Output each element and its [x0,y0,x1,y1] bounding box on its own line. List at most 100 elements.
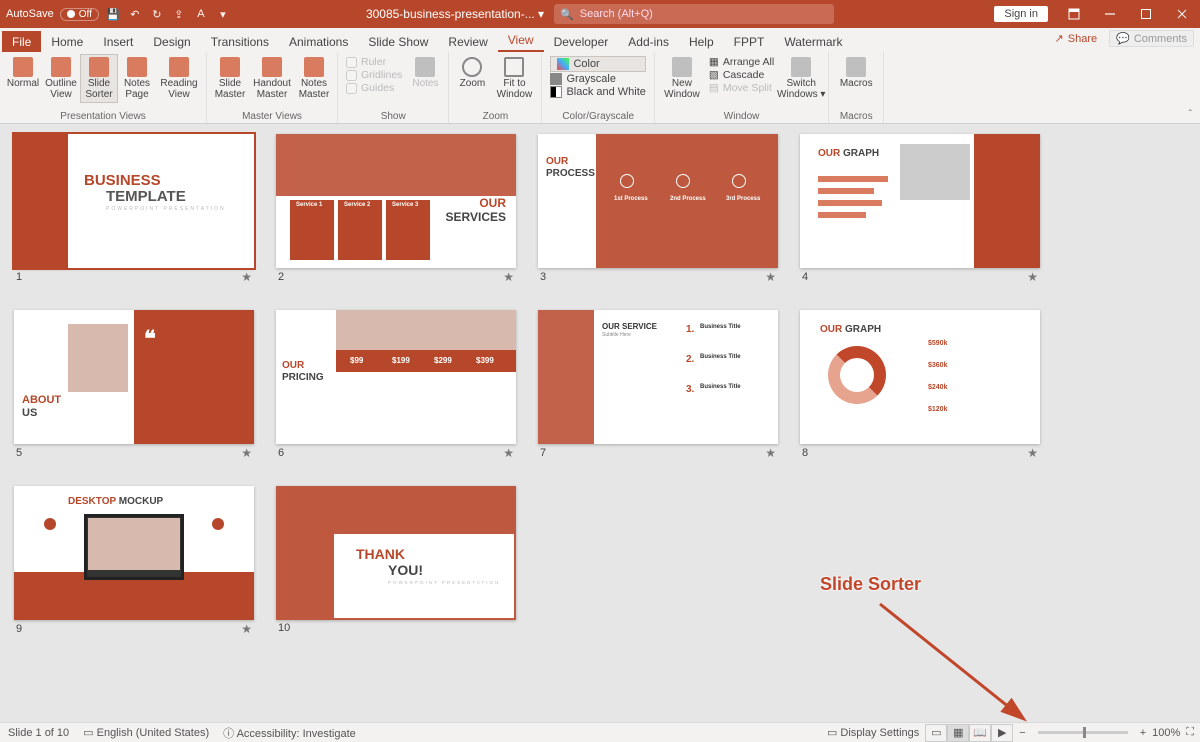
s6-p2: $199 [392,356,410,365]
tab-slide-show[interactable]: Slide Show [358,31,438,52]
group-master-views: Slide Master Handout Master Notes Master… [207,52,338,123]
black-white-button[interactable]: Black and White [550,86,645,98]
tab-watermark[interactable]: Watermark [774,31,852,52]
tab-developer[interactable]: Developer [544,31,619,52]
status-language[interactable]: ▭ English (United States) [83,726,209,739]
fit-to-window-button[interactable]: Fit to Window [491,54,537,103]
tab-review[interactable]: Review [438,31,497,52]
arrange-all-button[interactable]: ▦ Arrange All [709,56,774,68]
slide-thumb-10[interactable]: THANK YOU! POWERPOINT PRESENTATION 10 [276,486,516,640]
autosave-toggle[interactable]: Off [60,8,99,21]
slide-thumb-8[interactable]: OUR GRAPH $590k $360k $240k $120k 8★ [800,310,1040,464]
zoom-button[interactable]: Zoom [453,54,491,93]
group-presentation-views: Normal Outline View Slide Sorter Notes P… [0,52,207,123]
slide-master-button[interactable]: Slide Master [211,54,249,103]
notes-button[interactable]: Notes [406,54,444,93]
tab-add-ins[interactable]: Add-ins [618,31,679,52]
s8-v4: $120k [928,406,947,413]
undo-icon[interactable]: ↶ [127,6,143,22]
macros-button[interactable]: Macros [833,54,879,93]
font-icon[interactable]: A [193,6,209,22]
slideshow-view-icon[interactable]: ▶ [991,724,1013,742]
guides-checkbox[interactable]: Guides [346,82,402,94]
save-icon[interactable]: 💾 [105,6,121,22]
zoom-slider[interactable] [1038,731,1128,734]
slide-thumb-5[interactable]: ABOUT US ❝ 5★ [14,310,254,464]
title-bar: AutoSave Off 💾 ↶ ↻ ⇪ A ▾ 30085-business-… [0,0,1200,28]
gridlines-checkbox[interactable]: Gridlines [346,69,402,81]
redo-icon[interactable]: ↻ [149,6,165,22]
slide-thumb-7[interactable]: OUR SERVICE Subtitle Here 1. Business Ti… [538,310,778,464]
s7-bt2: Business Title [700,354,741,360]
document-title[interactable]: 30085-business-presentation-... ▾ [366,7,544,21]
tab-insert[interactable]: Insert [93,31,143,52]
slide-thumb-6[interactable]: OUR PRICING $99 $199 $299 $399 6★ [276,310,516,464]
maximize-icon[interactable] [1128,0,1164,28]
display-settings-button[interactable]: ▭ Display Settings [827,726,919,739]
search-icon: 🔍 [560,8,574,21]
notes-page-button[interactable]: Notes Page [118,54,156,103]
slide-number: 4 [802,271,808,283]
slide-thumb-3[interactable]: OUR PROCESS 1st Process 2nd Process 3rd … [538,134,778,288]
qat-more-icon[interactable]: ▾ [215,6,231,22]
grayscale-button[interactable]: Grayscale [550,73,645,85]
group-label: Window [659,111,824,123]
slide-thumb-9[interactable]: DESKTOP MOCKUP 9★ [14,486,254,640]
annotation-label: Slide Sorter [820,574,921,595]
s3-p2: 2nd Process [670,196,706,202]
outline-view-button[interactable]: Outline View [42,54,80,103]
tab-fppt[interactable]: FPPT [724,31,775,52]
s6-pricing: PRICING [282,372,324,383]
touch-mode-icon[interactable]: ⇪ [171,6,187,22]
tab-home[interactable]: Home [41,31,93,52]
slide-sorter-button[interactable]: Slide Sorter [80,54,118,103]
tab-view[interactable]: View [498,29,544,52]
status-bar: Slide 1 of 10 ▭ English (United States) … [0,722,1200,742]
s7-bt1: Business Title [700,324,741,330]
share-button[interactable]: ↗ Share [1049,30,1104,47]
ribbon-display-options-icon[interactable] [1056,0,1092,28]
group-zoom: Zoom Fit to Window Zoom [449,52,542,123]
reading-view-button[interactable]: Reading View [156,54,202,103]
slide-sorter-view-icon[interactable]: ▦ [947,724,969,742]
tab-design[interactable]: Design [143,31,200,52]
handout-master-button[interactable]: Handout Master [249,54,295,103]
slide-thumb-4[interactable]: OUR GRAPH 4★ [800,134,1040,288]
comments-button[interactable]: 💬 Comments [1109,30,1194,47]
tab-file[interactable]: File [2,31,41,52]
new-window-button[interactable]: New Window [659,54,705,103]
tab-transitions[interactable]: Transitions [201,31,279,52]
fit-to-window-icon[interactable]: ⛶ [1186,726,1194,739]
cascade-button[interactable]: ▧ Cascade [709,69,774,81]
status-accessibility[interactable]: ⓘ Accessibility: Investigate [223,725,356,741]
color-button[interactable]: Color [550,56,645,72]
autosave-label: AutoSave [6,8,54,20]
search-input[interactable]: 🔍 Search (Alt+Q) [554,4,834,24]
switch-windows-button[interactable]: Switch Windows ▾ [778,54,824,103]
ruler-checkbox[interactable]: Ruler [346,56,402,68]
move-split-button[interactable]: ▤ Move Split [709,82,774,94]
minimize-icon[interactable] [1092,0,1128,28]
sign-in-button[interactable]: Sign in [994,6,1048,22]
slide-number: 10 [278,622,290,634]
tab-animations[interactable]: Animations [279,31,358,52]
slide-thumb-2[interactable]: Service 1 Service 2 Service 3 OUR SERVIC… [276,134,516,288]
normal-view-icon[interactable]: ▭ [925,724,947,742]
notes-master-button[interactable]: Notes Master [295,54,333,103]
zoom-out-icon[interactable]: − [1019,727,1025,739]
zoom-percent[interactable]: 100% [1152,727,1180,739]
slide-sorter-area: BUSINESS TEMPLATE POWERPOINT PRESENTATIO… [0,124,1200,722]
s3-p1: 1st Process [614,196,648,202]
group-label: Show [342,111,444,123]
annotation-arrow-icon [840,594,1060,722]
slide-number: 6 [278,447,284,459]
close-icon[interactable] [1164,0,1200,28]
reading-view-icon[interactable]: 📖 [969,724,991,742]
s7-title: OUR SERVICE [602,322,657,331]
tab-help[interactable]: Help [679,31,724,52]
slide1-title1: BUSINESS [84,172,161,189]
slide-thumb-1[interactable]: BUSINESS TEMPLATE POWERPOINT PRESENTATIO… [14,134,254,288]
zoom-in-icon[interactable]: + [1140,727,1146,739]
collapse-ribbon-icon[interactable]: ˆ [1189,109,1192,120]
normal-view-button[interactable]: Normal [4,54,42,93]
